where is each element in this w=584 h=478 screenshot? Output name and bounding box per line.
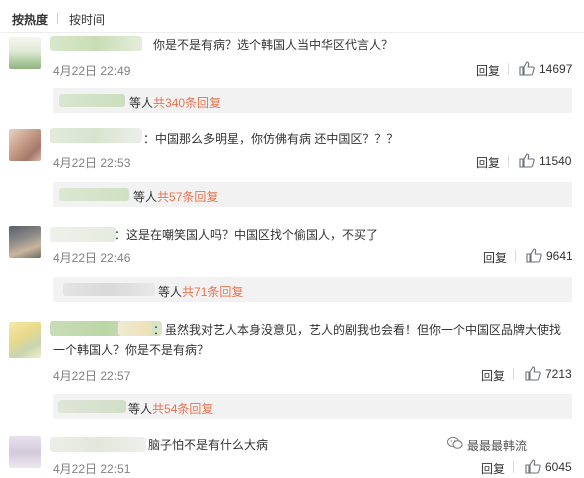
reply-thread-summary[interactable]: 等人共340条回复	[53, 88, 572, 113]
like-count: 6045	[545, 460, 572, 474]
avatar[interactable]	[9, 322, 41, 358]
comment-text: ：这是在嘲笑国人吗？中国区找个偷国人，不买了	[114, 228, 379, 242]
comment-date: 4月22日 22:53	[53, 156, 131, 170]
sort-by-hot[interactable]: 按热度	[12, 11, 48, 28]
reply-button[interactable]: 回复	[481, 460, 505, 477]
reply-thread-prefix: 等人	[128, 402, 153, 416]
like-count: 11540	[539, 154, 572, 168]
reply-thread-prefix: 等人	[133, 190, 158, 204]
reply-button[interactable]: 回复	[481, 367, 505, 384]
comment-text-line1: ：虽然我对艺人本身没意见，艺人的剧我也会看！但你一个中国区品牌大使找	[153, 323, 562, 337]
sort-bar: 按热度 按时间	[0, 0, 584, 33]
comment-text: 脑子怕不是有什么大病	[148, 438, 269, 452]
comment-date: 4月22日 22:49	[53, 64, 131, 78]
username-blurred[interactable]	[50, 227, 116, 242]
username-blurred[interactable]	[50, 36, 142, 51]
like-count: 7213	[545, 367, 572, 381]
like-count: 9641	[546, 249, 573, 263]
comment-text-line2: 一个韩国人？你是不是有病？	[53, 343, 210, 357]
action-divider	[508, 155, 509, 167]
like-count: 14697	[539, 62, 573, 76]
reply-thread-text: 等人共340条回复	[129, 94, 221, 111]
username-blurred[interactable]	[50, 437, 146, 452]
reply-thread-text: 等人共54条回复	[128, 400, 213, 417]
replier-names-blurred	[58, 400, 126, 413]
reply-count-link[interactable]: 共71条回复	[182, 285, 243, 299]
avatar[interactable]	[9, 226, 41, 258]
reply-thread-text: 等人共71条回复	[158, 283, 243, 300]
reply-button[interactable]: 回复	[476, 154, 500, 171]
reply-button[interactable]: 回复	[483, 249, 507, 266]
action-divider	[513, 461, 514, 473]
wechat-icon	[447, 436, 463, 450]
avatar[interactable]	[9, 436, 41, 468]
thumbs-up-icon[interactable]	[525, 459, 541, 474]
comment-date: 4月22日 22:51	[53, 462, 131, 476]
thumbs-up-icon[interactable]	[519, 61, 535, 76]
avatar[interactable]	[9, 37, 41, 69]
reply-count-link[interactable]: 共340条回复	[153, 96, 221, 110]
comment-date: 4月22日 22:57	[53, 369, 131, 383]
username-blurred-badge	[118, 321, 152, 336]
watermark-text: 最最最韩流	[467, 439, 528, 453]
reply-thread-prefix: 等人	[158, 285, 183, 299]
thumbs-up-icon[interactable]	[526, 248, 542, 263]
username-blurred[interactable]	[50, 128, 142, 143]
reply-count-link[interactable]: 共54条回复	[152, 402, 213, 416]
reply-thread-summary[interactable]: 等人共57条回复	[53, 182, 572, 207]
reply-thread-summary[interactable]: 等人共71条回复	[53, 277, 572, 302]
comment-date: 4月22日 22:46	[53, 251, 131, 265]
replier-names-blurred	[59, 188, 129, 201]
reply-thread-summary[interactable]: 等人共54条回复	[53, 394, 572, 419]
sort-divider	[57, 13, 58, 24]
action-divider	[515, 250, 516, 262]
comment-text: 你是不是有病？选个韩国人当中华区代言人？	[153, 38, 394, 52]
reply-thread-prefix: 等人	[129, 96, 154, 110]
reply-button[interactable]: 回复	[476, 62, 500, 79]
avatar[interactable]	[9, 129, 41, 161]
reply-count-link[interactable]: 共57条回复	[157, 190, 218, 204]
thumbs-up-icon[interactable]	[519, 153, 535, 168]
thumbs-up-icon[interactable]	[525, 366, 541, 381]
comment-text: ：中国那么多明星，你仿佛有病 还中国区？？？	[143, 132, 399, 146]
action-divider	[508, 63, 509, 75]
replier-names-blurred	[63, 283, 155, 296]
reply-thread-text: 等人共57条回复	[133, 188, 218, 205]
replier-names-blurred	[59, 94, 125, 107]
sort-by-time[interactable]: 按时间	[69, 11, 105, 28]
action-divider	[513, 368, 514, 380]
